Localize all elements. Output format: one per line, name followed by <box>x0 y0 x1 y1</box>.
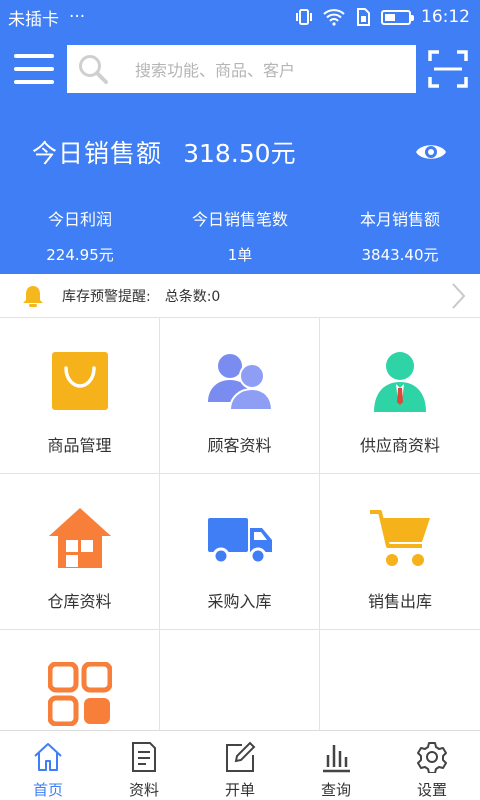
grid-item-more[interactable] <box>0 630 160 731</box>
stat-orders[interactable]: 今日销售笔数 1单 <box>160 200 320 274</box>
apps-icon <box>47 662 112 726</box>
grid-item-products[interactable]: 商品管理 <box>0 318 160 474</box>
tab-data[interactable]: 资料 <box>96 731 192 800</box>
edit-icon <box>226 741 256 772</box>
grid-item-empty <box>160 630 320 731</box>
sales-summary: 今日销售额 318.50元 <box>0 104 480 200</box>
bottom-tab-bar: 首页 资料 开单 查询 设置 <box>0 730 480 800</box>
chevron-right-icon <box>452 282 466 309</box>
alert-label: 库存预警提醒: <box>62 288 151 305</box>
search-placeholder: 搜索功能、商品、客户 <box>135 61 296 80</box>
stat-profit[interactable]: 今日利润 224.95元 <box>0 200 160 274</box>
vibrate-icon <box>296 9 312 25</box>
supplier-icon <box>374 352 426 412</box>
grid-item-suppliers[interactable]: 供应商资料 <box>320 318 480 474</box>
tab-settings[interactable]: 设置 <box>384 731 480 800</box>
function-grid: 商品管理 顾客资料 供应商资料 仓库资料 采购入库 销售出库 <box>0 318 480 731</box>
stat-value: 3843.40元 <box>361 246 439 264</box>
truck-icon <box>207 518 272 565</box>
status-dots: ··· <box>69 7 86 27</box>
shopping-bag-icon <box>51 352 108 410</box>
grid-item-empty <box>320 630 480 731</box>
bell-icon <box>23 285 43 307</box>
grid-item-customers[interactable]: 顾客资料 <box>160 318 320 474</box>
stat-label: 今日销售笔数 <box>191 210 288 229</box>
stat-value: 224.95元 <box>46 246 114 264</box>
stat-monthly[interactable]: 本月销售额 3843.40元 <box>320 200 480 274</box>
grid-label: 顾客资料 <box>207 436 272 455</box>
tab-label: 开单 <box>224 781 255 799</box>
home-icon <box>34 743 62 771</box>
scan-icon[interactable] <box>428 49 468 89</box>
tab-query[interactable]: 查询 <box>288 731 384 800</box>
cart-icon <box>370 510 430 566</box>
eye-icon[interactable] <box>414 140 448 164</box>
search-input[interactable]: 搜索功能、商品、客户 <box>67 45 416 93</box>
grid-label: 商品管理 <box>47 436 112 455</box>
tab-label: 首页 <box>32 781 63 799</box>
menu-button[interactable] <box>14 54 54 84</box>
search-row: 搜索功能、商品、客户 <box>0 34 480 104</box>
tab-label: 设置 <box>416 781 447 799</box>
wifi-icon <box>323 9 345 26</box>
tab-home[interactable]: 首页 <box>0 731 96 800</box>
tab-order[interactable]: 开单 <box>192 731 288 800</box>
grid-label: 采购入库 <box>207 592 272 611</box>
sales-amount: 318.50元 <box>183 139 296 168</box>
grid-label: 仓库资料 <box>47 592 112 611</box>
grid-item-warehouse[interactable]: 仓库资料 <box>0 474 160 630</box>
settings-icon <box>417 742 447 773</box>
carrier-text: 未插卡 <box>8 9 59 30</box>
bar-chart-icon <box>323 745 350 773</box>
stock-alert-bar[interactable]: 库存预警提醒: 总条数:0 <box>0 274 480 318</box>
grid-label: 供应商资料 <box>359 436 440 455</box>
grid-label: 销售出库 <box>367 592 432 611</box>
sim-icon <box>357 8 370 26</box>
stat-value: 1单 <box>227 246 253 264</box>
battery-icon <box>381 9 414 25</box>
header-panel: 未插卡 ··· 16:12 搜索功能、商品、客户 今日销售额 318.50元 今… <box>0 0 480 274</box>
grid-item-sales-out[interactable]: 销售出库 <box>320 474 480 630</box>
sales-title: 今日销售额 <box>32 139 163 168</box>
tab-label: 资料 <box>128 781 159 799</box>
search-icon <box>79 55 108 84</box>
tab-label: 查询 <box>320 781 351 799</box>
stat-label: 本月销售额 <box>359 210 440 229</box>
warehouse-icon <box>48 508 111 568</box>
stat-label: 今日利润 <box>47 210 112 229</box>
document-icon <box>132 742 156 772</box>
customers-icon <box>207 354 272 411</box>
status-bar: 未插卡 ··· 16:12 <box>0 0 480 34</box>
alert-count: 总条数:0 <box>164 288 221 305</box>
sales-stats: 今日利润 224.95元 今日销售笔数 1单 本月销售额 3843.40元 <box>0 200 480 274</box>
grid-item-purchase[interactable]: 采购入库 <box>160 474 320 630</box>
clock-text: 16:12 <box>421 7 470 27</box>
